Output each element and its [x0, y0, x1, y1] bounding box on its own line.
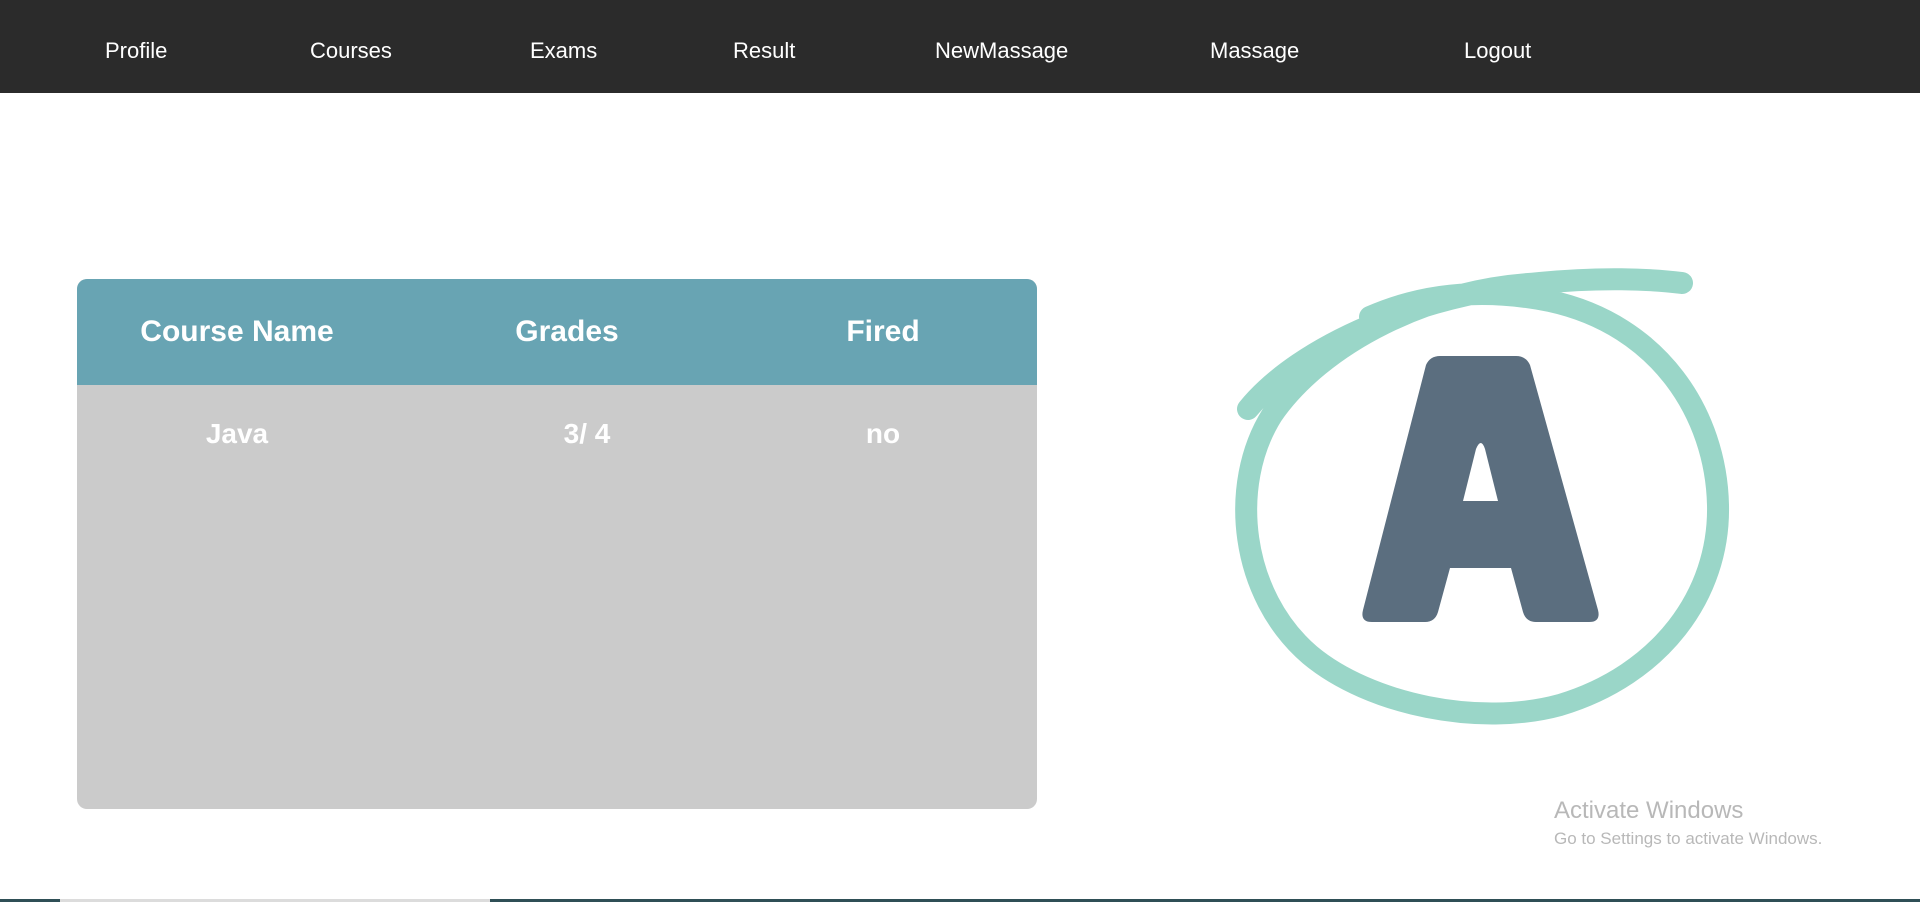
results-table: Course Name Grades Fired Java 3/ 4 no [77, 279, 1037, 809]
logo-circle-stroke [1235, 268, 1730, 725]
nav-newmassage-link[interactable]: NewMassage [935, 37, 1068, 65]
watermark-subtitle: Go to Settings to activate Windows. [1554, 829, 1823, 848]
column-header-grades: Grades [515, 315, 619, 348]
results-table-header: Course Name Grades Fired [77, 279, 1037, 385]
activate-windows-watermark: Activate Windows Go to Settings to activ… [1554, 796, 1822, 850]
nav-profile-link[interactable]: Profile [105, 37, 167, 65]
nav-courses-link[interactable]: Courses [310, 37, 392, 65]
grade-a-logo [1235, 268, 1730, 725]
nav-massage-link[interactable]: Massage [1210, 37, 1299, 65]
column-header-fired: Fired [846, 315, 920, 348]
column-header-course-name: Course Name [140, 315, 334, 348]
nav-exams-link[interactable]: Exams [530, 37, 597, 65]
cell-grade: 3/ 4 [563, 418, 611, 449]
cell-course-name: Java [205, 418, 269, 449]
top-navbar: Profile Courses Exams Result NewMassage … [0, 0, 1920, 93]
logo-letter-a [1362, 356, 1599, 622]
watermark-title: Activate Windows [1554, 797, 1744, 824]
cell-fired: no [865, 418, 901, 449]
nav-logout-link[interactable]: Logout [1464, 37, 1531, 65]
nav-result-link[interactable]: Result [733, 37, 795, 65]
